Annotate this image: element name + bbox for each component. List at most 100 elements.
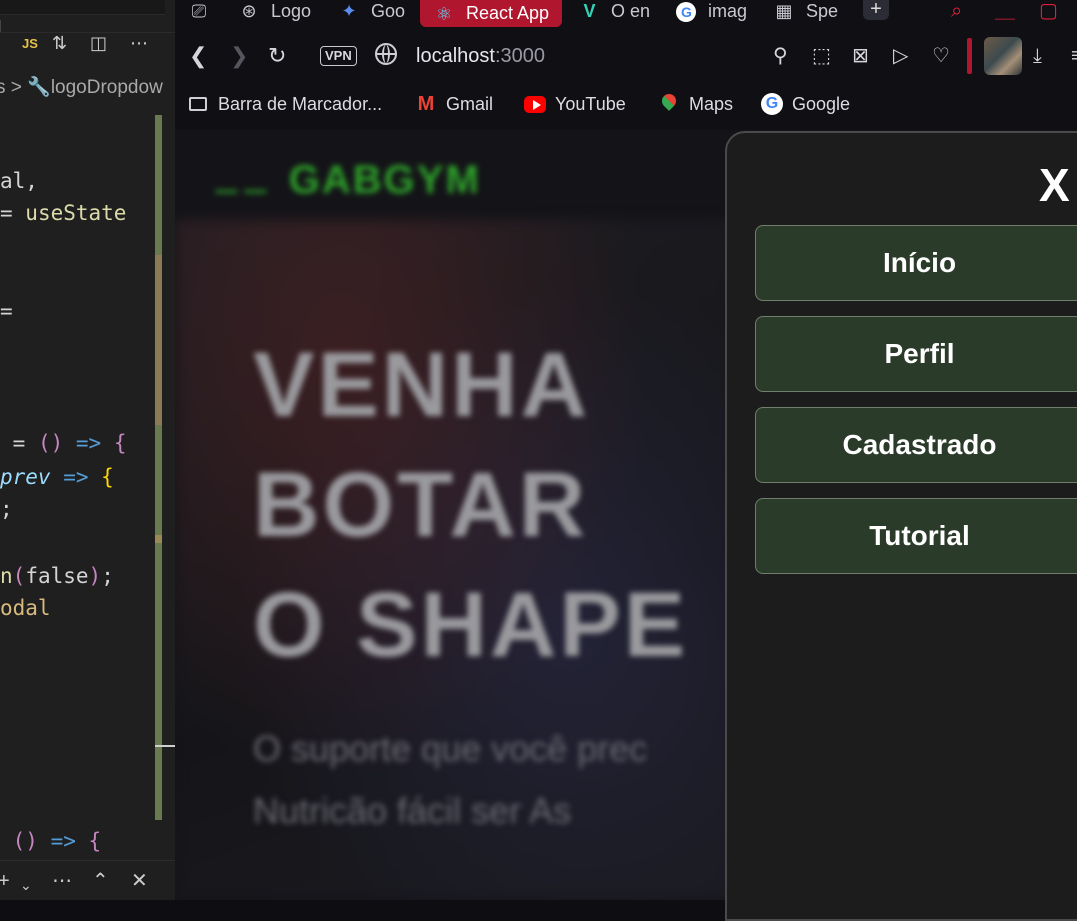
code-token: {: [113, 431, 127, 455]
code-token: =: [0, 299, 13, 323]
bookmark-label: Maps: [689, 94, 734, 114]
code-token: useState: [25, 201, 127, 225]
bookmark-maps[interactable]: Maps: [658, 90, 733, 118]
code-token: odal: [0, 596, 51, 620]
tab-gemini[interactable]: ✦ Goo: [337, 0, 407, 22]
hero-title-line: BOTAR: [253, 454, 589, 556]
maps-icon: [658, 93, 680, 115]
tab-label: Logo: [271, 0, 312, 21]
code-line[interactable]: prev => {: [0, 462, 114, 492]
site-logo[interactable]: ⚊⚊ GABGYM: [213, 158, 481, 203]
menu-icon[interactable]: ≡: [1071, 44, 1077, 68]
code-token: n: [0, 564, 13, 588]
browser-window: ⎚ ⊛ Logo ✦ Goo ⚛ React App V O en G imag…: [175, 0, 1077, 921]
tab-label: imag: [707, 0, 747, 21]
more-actions-icon[interactable]: ⋯: [52, 870, 72, 892]
url-host: localhost: [416, 45, 495, 67]
code-token: =>: [50, 465, 102, 489]
code-editor-panel: JS ⇅ ◫ ⋯ s > 🔧logoDropdow al, = useState =…: [0, 0, 175, 900]
bookmark-google[interactable]: G Google: [761, 90, 850, 118]
add-icon[interactable]: +: [0, 870, 10, 892]
react-icon: ⚛: [435, 3, 453, 24]
menu-item-cadastrado[interactable]: Cadastrado: [755, 407, 1077, 483]
close-button[interactable]: X: [1039, 159, 1070, 211]
code-line[interactable]: () => {: [0, 826, 102, 856]
back-icon[interactable]: ❮: [189, 42, 207, 70]
logo-text: GABGYM: [288, 158, 481, 202]
site-info-icon[interactable]: [375, 43, 397, 65]
google-icon: G: [761, 93, 783, 115]
tab-logo[interactable]: ⊛ Logo: [237, 0, 312, 22]
send-icon[interactable]: ▷: [893, 44, 908, 68]
code-token: =: [0, 431, 38, 455]
code-token: al,: [0, 169, 38, 193]
code-token: =>: [63, 431, 114, 455]
bookmark-label: YouTube: [555, 94, 626, 114]
code-token: (): [12, 829, 38, 853]
address-bar[interactable]: localhost:3000: [416, 44, 545, 68]
folder-icon: [187, 93, 209, 115]
code-token: ;: [101, 564, 114, 588]
code-token: =>: [37, 829, 89, 853]
search-tabs-icon[interactable]: ⌕: [951, 0, 962, 23]
vpn-badge[interactable]: VPN: [320, 46, 357, 66]
menu-item-inicio[interactable]: Início: [755, 225, 1077, 301]
gmail-icon: M: [417, 93, 435, 115]
pin-icon[interactable]: ⚲: [773, 44, 788, 68]
scroll-cursor-marker: [155, 745, 175, 747]
tab-label: Spe: [806, 0, 839, 21]
code-token: ): [88, 564, 102, 588]
tab-react-app[interactable]: ⚛ React App: [420, 0, 562, 27]
hero-title-line: O SHAPE: [253, 574, 689, 676]
hero-subtitle-line: Nutricão fácil ser As: [253, 790, 572, 831]
code-line[interactable]: n(false);: [0, 561, 114, 591]
code-token: (: [12, 564, 26, 588]
code-token: {: [101, 465, 114, 489]
tab-o-en[interactable]: V O en: [578, 0, 650, 22]
code-line[interactable]: =: [0, 296, 13, 326]
forward-icon[interactable]: ❯: [230, 42, 248, 70]
tab-spe[interactable]: ▦ Spe: [772, 0, 842, 22]
openai-icon: ⊛: [241, 1, 257, 21]
download-icon[interactable]: ⤓: [1033, 44, 1042, 68]
code-token: false: [25, 564, 89, 588]
chevron-up-icon[interactable]: ⌃: [92, 870, 109, 892]
bookmark-gmail[interactable]: M Gmail: [415, 90, 493, 118]
url-port: :3000: [494, 45, 545, 67]
v-logo-icon: V: [583, 1, 596, 21]
overview-ruler[interactable]: [155, 115, 162, 820]
snapshot-icon[interactable]: ⬚: [812, 44, 831, 68]
close-panel-icon[interactable]: ✕: [131, 870, 148, 892]
code-token: prev: [0, 465, 51, 489]
gamepad-icon[interactable]: ⎚: [187, 0, 211, 22]
grid-icon: ▦: [775, 1, 793, 21]
overview-ruler-marker: [155, 535, 162, 543]
reload-icon[interactable]: ↻: [268, 42, 286, 70]
adblock-icon[interactable]: ⊠: [852, 44, 869, 68]
bookmark-label: Barra de Marcador...: [218, 94, 383, 114]
tab-label: O en: [610, 0, 650, 21]
chevron-down-icon[interactable]: ⌄: [20, 874, 32, 896]
menu-item-tutorial[interactable]: Tutorial: [755, 498, 1077, 574]
minimize-icon[interactable]: ＿: [995, 0, 1015, 23]
bookmark-label: Gmail: [446, 94, 494, 114]
sidebar-accent-bar: [967, 38, 972, 74]
menu-item-perfil[interactable]: Perfil: [755, 316, 1077, 392]
code-area[interactable]: al, = useState = = () => {prev => {; n(fals…: [0, 0, 155, 900]
new-tab-button[interactable]: +: [863, 0, 889, 20]
tab-label: React App: [466, 3, 550, 23]
code-token: {: [88, 829, 102, 853]
code-line[interactable]: al,: [0, 166, 38, 196]
youtube-icon: [524, 93, 546, 115]
maximize-icon[interactable]: ▢: [1039, 0, 1058, 23]
heart-icon[interactable]: ♡: [932, 44, 950, 68]
tab-images[interactable]: G imag: [675, 0, 747, 22]
avatar[interactable]: [984, 37, 1022, 75]
bookmark-youtube[interactable]: YouTube: [524, 90, 626, 118]
code-line[interactable]: = useState: [0, 198, 126, 228]
code-line[interactable]: odal: [0, 593, 51, 623]
code-line[interactable]: = () => {: [0, 428, 127, 458]
code-line[interactable]: ;: [0, 494, 13, 524]
code-token: ;: [0, 497, 13, 521]
bookmark-folder[interactable]: Barra de Marcador...: [187, 90, 382, 118]
